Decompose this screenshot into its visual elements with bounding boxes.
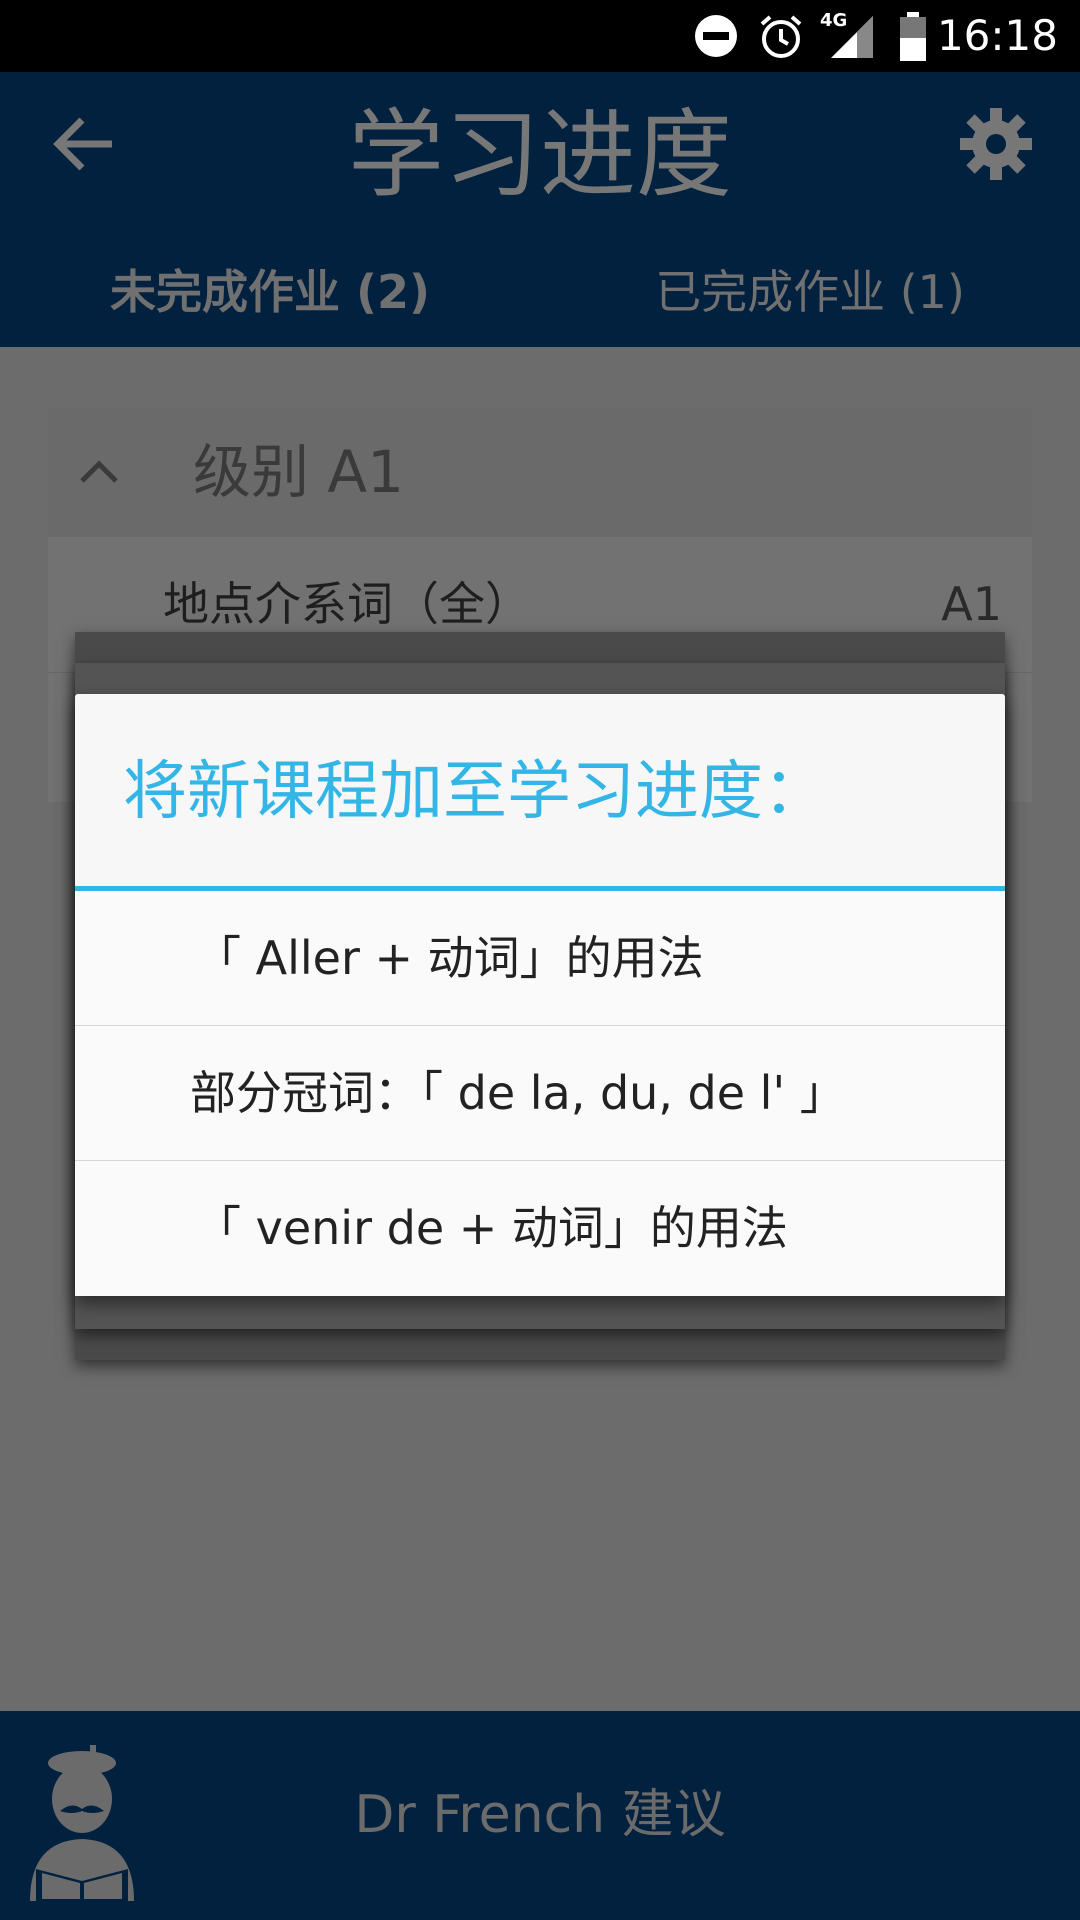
dr-french-suggestion-label: Dr French 建议 <box>354 1785 726 1845</box>
network-type-label: 4G <box>820 10 848 31</box>
gear-icon[interactable] <box>958 106 1034 182</box>
tab-incomplete[interactable]: 未完成作业 (2) <box>0 237 540 347</box>
dialog-option-label: 部分冠词：「 de la, du, de l' 」 <box>190 1066 846 1120</box>
status-bar: 4G 16:18 <box>0 0 1080 72</box>
add-course-dialog: 将新课程加至学习进度： 「 Aller + 动词」的用法 部分冠词：「 de l… <box>75 694 1005 1296</box>
dialog-option-aller[interactable]: 「 Aller + 动词」的用法 <box>75 891 1005 1026</box>
dialog-title: 将新课程加至学习进度： <box>123 755 827 829</box>
status-time: 16:18 <box>936 11 1058 60</box>
alarm-icon <box>760 15 802 58</box>
app-bar: 学习进度 未完成作业 (2) 已完成作业 (1) <box>0 72 1080 347</box>
tab-completed[interactable]: 已完成作业 (1) <box>540 237 1080 347</box>
battery-icon <box>900 12 926 61</box>
dialog-option-label: 「 Aller + 动词」的用法 <box>195 931 704 985</box>
bottom-bar[interactable]: Dr French 建议 <box>0 1711 1080 1920</box>
level-title: 级别 A1 <box>193 438 405 506</box>
do-not-disturb-icon <box>695 15 737 57</box>
dialog-option-venir-de[interactable]: 「 venir de + 动词」的用法 <box>75 1161 1005 1296</box>
dialog-option-label: 「 venir de + 动词」的用法 <box>195 1201 788 1255</box>
level-header[interactable]: 级别 A1 <box>48 407 1032 537</box>
page-title: 学习进度 <box>348 99 732 211</box>
chevron-up-icon <box>80 460 118 483</box>
dialog-option-partitive-articles[interactable]: 部分冠词：「 de la, du, de l' 」 <box>75 1026 1005 1161</box>
